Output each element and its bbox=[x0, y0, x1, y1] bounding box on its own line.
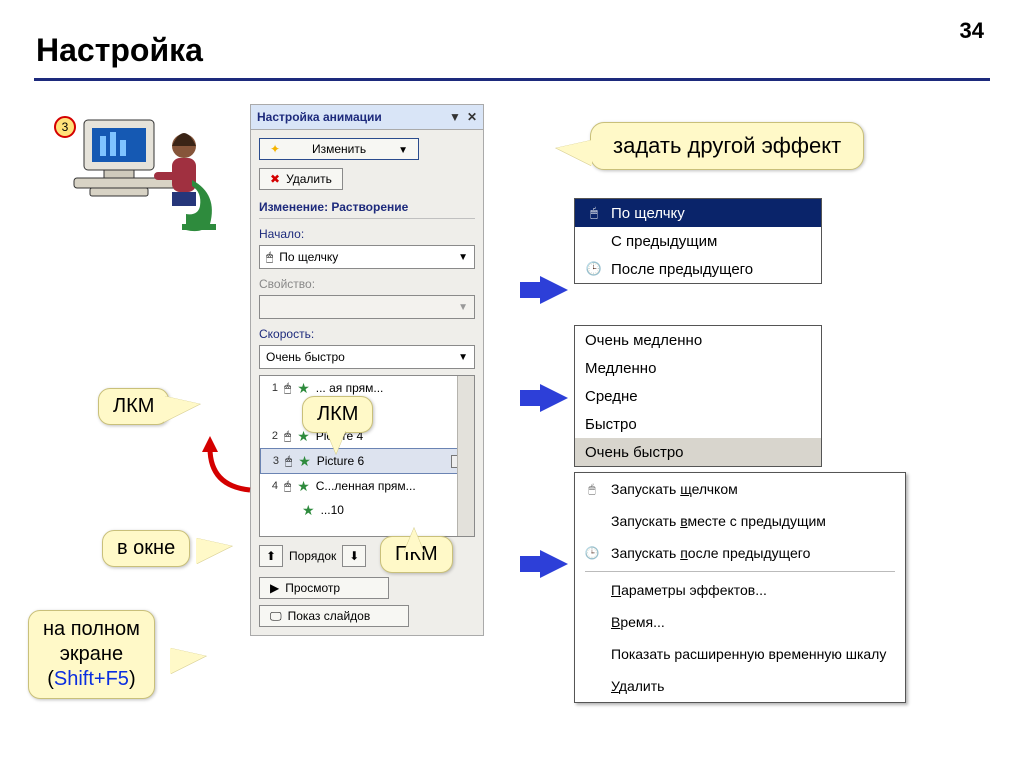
menu-item-after-prev[interactable]: 🕒 После предыдущего bbox=[575, 255, 821, 283]
start-dropdown[interactable]: 🖱 По щелчку ▼ bbox=[259, 245, 475, 269]
ctx-timing[interactable]: Время... bbox=[575, 606, 905, 638]
preview-button[interactable]: ▶ Просмотр bbox=[259, 577, 389, 599]
speed-dropdown[interactable]: Очень быстро ▼ bbox=[259, 345, 475, 369]
menu-item-fast[interactable]: Быстро bbox=[575, 410, 821, 438]
callout-pointer bbox=[196, 538, 232, 564]
mouse-icon: 🖱 bbox=[284, 381, 291, 396]
pane-menu-icon[interactable]: ▼ bbox=[449, 110, 461, 124]
curved-arrow-icon bbox=[200, 430, 260, 500]
mouse-icon: 🖱 bbox=[284, 479, 291, 494]
property-label: Свойство: bbox=[259, 277, 475, 291]
list-item[interactable]: 4 🖱 ★ С...ленная прям... bbox=[260, 474, 474, 498]
speed-label: Скорость: bbox=[259, 327, 475, 341]
reorder-down-button[interactable]: ⬇ bbox=[342, 545, 366, 567]
change-effect-label: Изменить bbox=[286, 142, 392, 156]
star-icon: ★ bbox=[302, 502, 315, 519]
ctx-with-prev[interactable]: Запускать вместе с предыдущим bbox=[575, 505, 905, 537]
callout-pointer bbox=[326, 430, 346, 454]
star-icon: ★ bbox=[297, 478, 310, 495]
change-effect-button[interactable]: ✦ Изменить ▼ bbox=[259, 138, 419, 160]
context-menu[interactable]: 🖱 Запускать щелчком Запускать вместе с п… bbox=[574, 472, 906, 703]
callout-lkm-2: ЛКМ bbox=[302, 396, 373, 433]
mouse-icon: 🖱 bbox=[581, 482, 603, 497]
page-title: Настройка bbox=[36, 32, 203, 69]
callout-pointer bbox=[556, 140, 592, 166]
reorder-label: Порядок bbox=[289, 549, 336, 563]
chevron-down-icon: ▼ bbox=[458, 302, 468, 313]
ctx-after-prev[interactable]: 🕒 Запускать после предыдущего bbox=[575, 537, 905, 569]
title-underline bbox=[34, 78, 990, 81]
arrow-icon bbox=[540, 550, 568, 578]
callout-fullscreen: на полном экране (Shift+F5) bbox=[28, 610, 155, 699]
menu-item-with-prev[interactable]: С предыдущим bbox=[575, 227, 821, 255]
callout-change-effect: задать другой эффект bbox=[590, 122, 864, 170]
mouse-icon: 🖱 bbox=[285, 454, 292, 469]
current-change-label: Изменение: Растворение bbox=[259, 200, 475, 219]
chevron-down-icon: ▼ bbox=[458, 352, 468, 363]
slideshow-button[interactable]: 🖵 Показ слайдов bbox=[259, 605, 409, 627]
speed-value: Очень быстро bbox=[266, 350, 345, 364]
start-options-menu[interactable]: 🖱 По щелчку С предыдущим 🕒 После предыду… bbox=[574, 198, 822, 284]
list-item[interactable]: 1 🖱 ★ ... ая прям... bbox=[260, 376, 474, 400]
callout-in-window: в окне bbox=[102, 530, 190, 567]
callout-lkm: ЛКМ bbox=[98, 388, 169, 425]
pane-header: Настройка анимации ▼ ✕ bbox=[251, 105, 483, 130]
pane-title: Настройка анимации bbox=[257, 110, 382, 124]
ctx-delete[interactable]: Удалить bbox=[575, 670, 905, 702]
delete-effect-label: Удалить bbox=[286, 172, 332, 186]
list-item[interactable]: ★ ...10 bbox=[260, 498, 474, 522]
speed-options-menu[interactable]: Очень медленно Медленно Средне Быстро Оч… bbox=[574, 325, 822, 467]
menu-item-very-slow[interactable]: Очень медленно bbox=[575, 326, 821, 354]
slideshow-label: Показ слайдов bbox=[288, 609, 371, 623]
mouse-icon: 🖱 bbox=[266, 250, 273, 265]
arrow-icon bbox=[540, 276, 568, 304]
star-icon: ★ bbox=[298, 453, 311, 470]
list-item-selected[interactable]: 3 🖱 ★ Picture 6 ▼ bbox=[260, 448, 474, 474]
chevron-down-icon: ▼ bbox=[458, 252, 468, 263]
delete-effect-button[interactable]: ✖ Удалить bbox=[259, 168, 343, 190]
reorder-up-button[interactable]: ⬆ bbox=[259, 545, 283, 567]
delete-star-icon: ✖ bbox=[270, 172, 280, 186]
callout-pointer bbox=[164, 396, 200, 422]
star-icon: ★ bbox=[297, 380, 310, 397]
play-icon: ▶ bbox=[270, 581, 279, 595]
menu-item-very-fast[interactable]: Очень быстро bbox=[575, 438, 821, 466]
page-number: 34 bbox=[960, 18, 984, 44]
star-icon: ✦ bbox=[270, 142, 280, 156]
clipart-user-at-computer bbox=[54, 110, 224, 240]
clock-icon: 🕒 bbox=[581, 546, 603, 560]
mouse-icon: 🖱 bbox=[585, 205, 603, 221]
ctx-show-timeline[interactable]: Показать расширенную временную шкалу bbox=[575, 638, 905, 670]
ctx-on-click[interactable]: 🖱 Запускать щелчком bbox=[575, 473, 905, 505]
preview-label: Просмотр bbox=[285, 581, 340, 595]
pane-close-icon[interactable]: ✕ bbox=[467, 110, 477, 124]
start-label: Начало: bbox=[259, 227, 475, 241]
property-dropdown: ▼ bbox=[259, 295, 475, 319]
mouse-icon: 🖱 bbox=[284, 429, 291, 444]
arrow-icon bbox=[540, 384, 568, 412]
callout-pointer bbox=[170, 648, 206, 674]
clock-icon: 🕒 bbox=[585, 261, 603, 277]
scrollbar[interactable] bbox=[457, 376, 474, 536]
callout-pointer bbox=[404, 528, 424, 552]
ctx-effect-params[interactable]: Параметры эффектов... bbox=[575, 574, 905, 606]
menu-item-slow[interactable]: Медленно bbox=[575, 354, 821, 382]
start-value: По щелчку bbox=[279, 250, 338, 264]
menu-item-on-click[interactable]: 🖱 По щелчку bbox=[575, 199, 821, 227]
slideshow-icon: 🖵 bbox=[270, 609, 282, 624]
menu-item-medium[interactable]: Средне bbox=[575, 382, 821, 410]
chevron-down-icon: ▼ bbox=[398, 142, 408, 156]
